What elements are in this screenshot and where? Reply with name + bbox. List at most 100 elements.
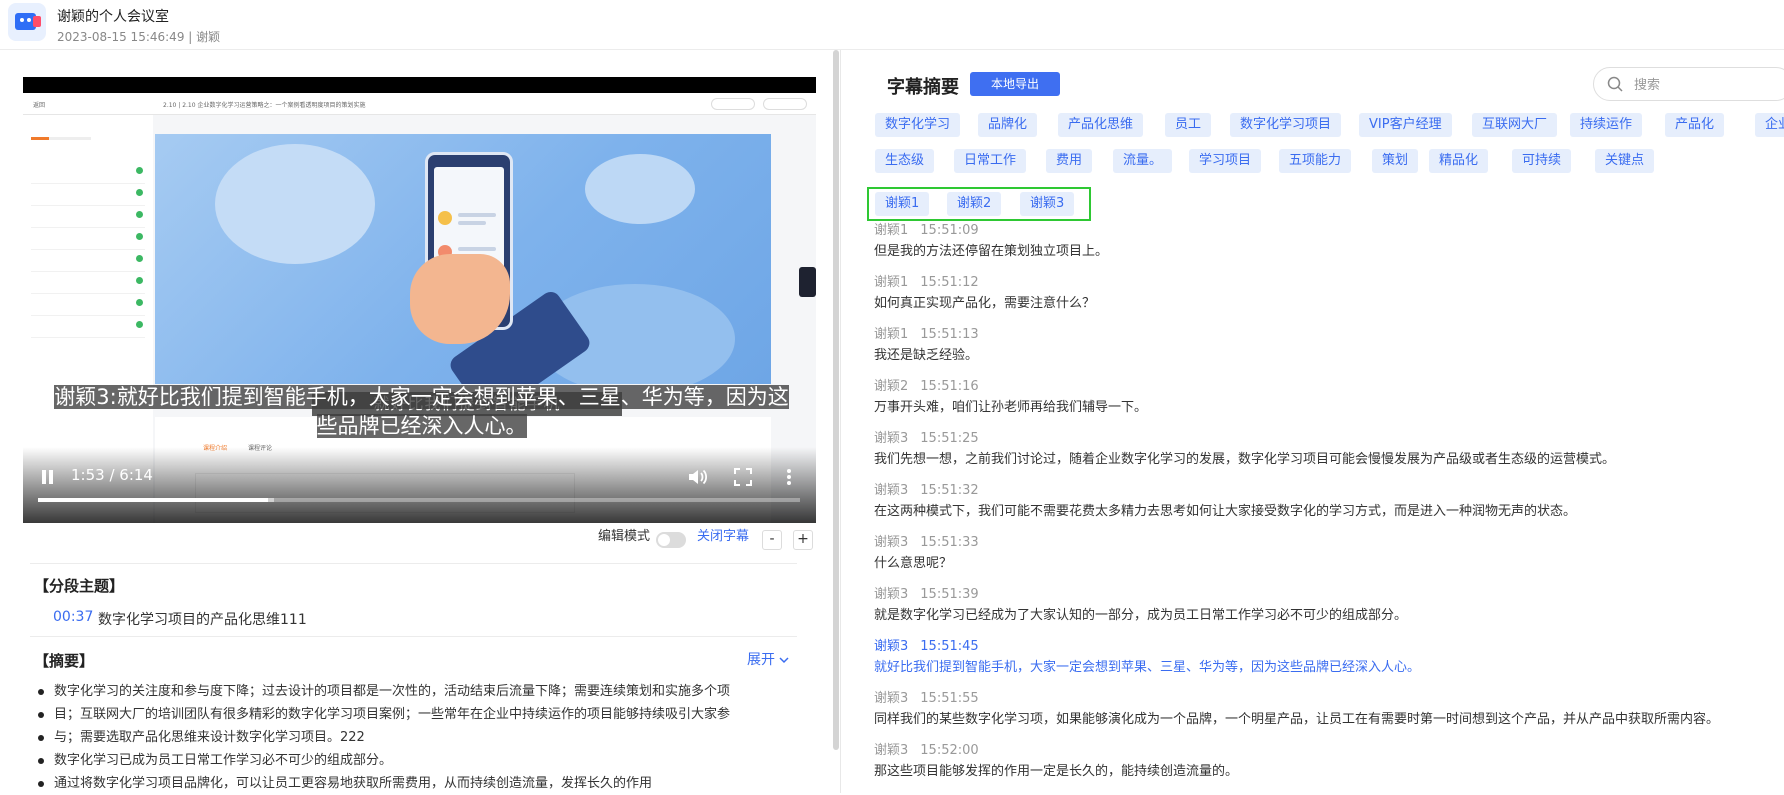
transcript-speaker: 谢颖3 xyxy=(874,483,909,498)
keyword-tag[interactable]: 员工 xyxy=(1165,113,1212,137)
keyword-tag[interactable]: 五项能力 xyxy=(1279,149,1352,173)
transcript-speaker: 谢颖1 xyxy=(874,223,909,238)
transcript-time: 15:51:55 xyxy=(920,691,979,706)
transcript-entry[interactable]: 谢颖1 15:51:12 如何真正实现产品化，需要注意什么？ xyxy=(874,273,1784,325)
transcript-text: 同样我们的某些数字化学习项，如果能够演化成为一个品牌，一个明星产品，让员工在有需… xyxy=(874,712,1720,727)
transcript-speaker: 谢颖3 xyxy=(874,535,909,550)
transcript-text: 万事开头难，咱们让孙老师再给我们辅导一下。 xyxy=(874,400,1148,415)
keyword-tag[interactable]: 策划 xyxy=(1372,149,1419,173)
transcript-speaker: 谢颖3 xyxy=(874,639,909,654)
segment-time[interactable]: 00:37 xyxy=(53,609,93,625)
edit-mode-label: 编辑模式 xyxy=(598,529,651,544)
keyword-tag[interactable]: VIP客户经理 xyxy=(1359,113,1452,137)
transcript-speaker: 谢颖2 xyxy=(874,379,909,394)
transcript-time: 15:51:16 xyxy=(920,379,979,394)
transcript-list: 谢颖1 15:51:09 但是我的方法还停留在策划独立项目上。谢颖1 15:51:12… xyxy=(874,221,1784,793)
segment-heading: 【分段主题】 xyxy=(34,577,125,595)
search-icon xyxy=(1607,76,1623,92)
transcript-time: 15:52:00 xyxy=(920,743,979,758)
transcript-meta: 谢颖3 15:52:00 xyxy=(874,741,1784,761)
lms-side-button xyxy=(799,267,816,297)
keyword-tag[interactable]: 品牌化 xyxy=(978,113,1038,137)
transcript-entry[interactable]: 谢颖3 15:52:00 那这些项目能够发挥的作用一定是长久的，能持续创造流量的。 xyxy=(874,741,1784,793)
speaker-filter-tag[interactable]: 谢颖3 xyxy=(1020,192,1075,216)
transcript-text: 什么意思呢？ xyxy=(874,556,953,571)
close-subtitle-link[interactable]: 关闭字幕 xyxy=(697,527,749,547)
transcript-text: 我还是缺乏经验。 xyxy=(874,348,979,363)
left-scrollbar[interactable] xyxy=(833,50,839,750)
transcript-time: 15:51:45 xyxy=(920,639,979,654)
transcript-text: 就是数字化学习已经成为了大家认知的一部分，成为员工日常工作学习必不可少的组成部分… xyxy=(874,608,1408,623)
transcript-speaker: 谢颖3 xyxy=(874,431,909,446)
keyword-tag[interactable]: 可持续 xyxy=(1512,149,1572,173)
keyword-tag[interactable]: 产品化 xyxy=(1665,113,1725,137)
keyword-tag[interactable]: 关键点 xyxy=(1595,149,1655,173)
transcript-entry[interactable]: 谢颖3 15:51:55 同样我们的某些数字化学习项，如果能够演化成为一个品牌，一个… xyxy=(874,689,1784,741)
transcript-entry[interactable]: 谢颖1 15:51:09 但是我的方法还停留在策划独立项目上。 xyxy=(874,221,1784,273)
summary-text: 通过将数字化学习项目品牌化，可以让员工更容易地获取所需费用，从而持续创造流量，发… xyxy=(54,776,653,791)
edit-mode-toggle[interactable] xyxy=(656,532,686,548)
fullscreen-icon[interactable] xyxy=(734,468,752,486)
transcript-meta: 谢颖3 15:51:45 xyxy=(874,637,1784,657)
search-box[interactable] xyxy=(1593,67,1784,101)
transcript-entry[interactable]: 谢颖3 15:51:39 就是数字化学习已经成为了大家认知的一部分，成为员工日常工作… xyxy=(874,585,1784,637)
chevron-down-icon xyxy=(779,652,789,668)
transcript-text: 那这些项目能够发挥的作用一定是长久的，能持续创造流量的。 xyxy=(874,764,1239,779)
keyword-tag[interactable]: 互联网大厂 xyxy=(1472,113,1558,137)
more-options-icon[interactable] xyxy=(786,468,792,486)
transcript-meta: 谢颖3 15:51:33 xyxy=(874,533,1784,553)
local-export-button[interactable]: 本地导出 xyxy=(970,72,1060,96)
transcript-time: 15:51:33 xyxy=(920,535,979,550)
volume-icon[interactable] xyxy=(687,467,709,487)
font-decrease-button[interactable]: - xyxy=(762,530,782,550)
meeting-meta: 2023-08-15 15:46:49 | 谢颖 xyxy=(57,30,221,44)
summary-text: 数字化学习的关注度和参与度下降；过去设计的项目都是一次性的，活动结束后流量下降；… xyxy=(54,684,731,699)
search-input[interactable] xyxy=(1634,75,1774,95)
transcript-entry[interactable]: 谢颖3 15:51:32 在这两种模式下，我们可能不需要花费太多精力去思考如何让大家… xyxy=(874,481,1784,533)
speaker-filter-tag[interactable]: 谢颖2 xyxy=(947,192,1002,216)
transcript-time: 15:51:32 xyxy=(920,483,979,498)
transcript-meta: 谢颖2 15:51:16 xyxy=(874,377,1784,397)
transcript-speaker: 谢颖3 xyxy=(874,691,909,706)
video-player[interactable]: 返回 2.10 | 2.10 企业数字化学习运营策略之：一个案例看透明度项目的策… xyxy=(23,77,816,523)
keyword-tag[interactable]: 流量。 xyxy=(1113,149,1173,173)
summary-heading: 【摘要】 xyxy=(34,652,95,670)
keyword-tag[interactable]: 数字化学习 xyxy=(875,113,961,137)
keyword-tag[interactable]: 持续运作 xyxy=(1570,113,1643,137)
transcript-entry[interactable]: 谢颖3 15:51:25 我们先想一想，之前我们讨论过，随着企业数字化学习的发展，数… xyxy=(874,429,1784,481)
lms-topbar: 返回 2.10 | 2.10 企业数字化学习运营策略之：一个案例看透明度项目的策… xyxy=(23,93,816,115)
transcript-text: 就好比我们提到智能手机，大家一定会想到苹果、三星、华为等，因为这些品牌已经深入人… xyxy=(874,660,1421,675)
summary-bullet-continued: 与；需要选取产品化思维来设计数字化学习项目。222 xyxy=(34,726,794,749)
keyword-tag[interactable]: 费用 xyxy=(1046,149,1093,173)
transcript-meta: 谢颖3 15:51:25 xyxy=(874,429,1784,449)
summary-text: 与；需要选取产品化思维来设计数字化学习项目。222 xyxy=(54,730,365,745)
speaker-filter-tag[interactable]: 谢颖1 xyxy=(875,192,930,216)
transcript-entry[interactable]: 谢颖1 15:51:13 我还是缺乏经验。 xyxy=(874,325,1784,377)
keyword-tag[interactable]: 日常工作 xyxy=(954,149,1027,173)
summary-bullet: 通过将数字化学习项目品牌化，可以让员工更容易地获取所需费用，从而持续创造流量，发… xyxy=(34,772,794,795)
transcript-time: 15:51:09 xyxy=(920,223,979,238)
progress-bar[interactable] xyxy=(38,498,800,502)
keyword-tag[interactable]: 精品化 xyxy=(1429,149,1489,173)
keyword-tag[interactable]: 学习项目 xyxy=(1189,149,1262,173)
transcript-text: 但是我的方法还停留在策划独立项目上。 xyxy=(874,244,1109,259)
transcript-entry[interactable]: 谢颖3 15:51:33 什么意思呢？ xyxy=(874,533,1784,585)
expand-summary-button[interactable]: 展开 xyxy=(747,649,789,669)
live-caption-line1: 谢颖3:就好比我们提到智能手机，大家一定会想到苹果、三星、华为等，因为这 xyxy=(54,385,789,409)
keyword-tag[interactable]: 生态级 xyxy=(875,149,935,173)
font-increase-button[interactable]: + xyxy=(793,530,813,550)
expand-label: 展开 xyxy=(747,652,775,668)
keyword-tag[interactable]: 产品化思维 xyxy=(1058,113,1144,137)
meeting-header: 谢颖的个人会议室 2023-08-15 15:46:49 | 谢颖 xyxy=(0,0,1784,50)
segment-title: 数字化学习项目的产品化思维111 xyxy=(98,612,307,628)
keyword-tag[interactable]: 企业 xyxy=(1755,113,1784,137)
transcript-meta: 谢颖1 15:51:09 xyxy=(874,221,1784,241)
transcript-meta: 谢颖1 15:51:12 xyxy=(874,273,1784,293)
transcript-meta: 谢颖3 15:51:32 xyxy=(874,481,1784,501)
pause-icon[interactable] xyxy=(41,470,55,484)
summary-bullet: 数字化学习已成为员工日常工作学习必不可少的组成部分。 xyxy=(34,749,794,772)
transcript-entry[interactable]: 谢颖3 15:51:45 就好比我们提到智能手机，大家一定会想到苹果、三星、华为等，… xyxy=(874,637,1784,689)
keyword-tag[interactable]: 数字化学习项目 xyxy=(1230,113,1342,137)
transcript-entry[interactable]: 谢颖2 15:51:16 万事开头难，咱们让孙老师再给我们辅导一下。 xyxy=(874,377,1784,429)
summary-bullet: 数字化学习的关注度和参与度下降；过去设计的项目都是一次性的，活动结束后流量下降；… xyxy=(34,680,794,703)
